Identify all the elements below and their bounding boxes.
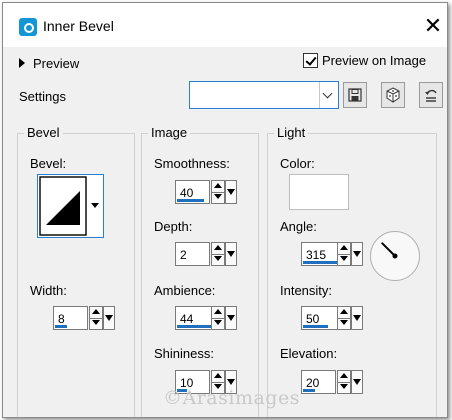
smoothness-slider-dropdown[interactable]: [225, 180, 237, 204]
width-field[interactable]: 8: [53, 306, 88, 330]
elevation-stepper[interactable]: [337, 370, 351, 394]
settings-label: Settings: [19, 89, 66, 104]
title-bar: Inner Bevel ✕: [3, 3, 447, 47]
elevation-level-bar: [303, 389, 315, 392]
smoothness-field[interactable]: 40: [175, 180, 210, 204]
decrement-icon[interactable]: [338, 318, 350, 329]
intensity-level-bar: [303, 325, 328, 328]
width-spinner[interactable]: 8: [53, 306, 117, 330]
angle-dial-needle-icon: [381, 242, 398, 259]
settings-dropdown[interactable]: [189, 81, 339, 109]
bevel-label: Bevel:: [30, 156, 67, 171]
smoothness-value: 40: [180, 186, 194, 200]
bevel-triangle-icon: [39, 176, 87, 236]
preview-on-image-label: Preview on Image: [322, 53, 427, 68]
depth-field[interactable]: 2: [175, 242, 210, 266]
depth-label: Depth:: [154, 219, 193, 234]
ambience-value: 44: [180, 312, 194, 326]
preview-on-image-checkbox[interactable]: [303, 53, 318, 68]
bevel-group: Bevel Bevel: Width: 8: [17, 125, 135, 417]
chevron-down-icon[interactable]: [319, 82, 338, 108]
angle-label: Angle:: [280, 219, 317, 234]
angle-value: 315: [306, 248, 327, 262]
random-dice-icon: [386, 87, 400, 103]
ambience-stepper[interactable]: [211, 306, 225, 330]
width-slider-dropdown[interactable]: [103, 306, 115, 330]
smoothness-level-bar: [177, 199, 204, 202]
app-icon: [19, 18, 37, 36]
decrement-icon[interactable]: [338, 382, 350, 393]
light-group: Light Color: Angle: 315 Intensity: 50 El…: [267, 125, 437, 417]
depth-slider-dropdown[interactable]: [225, 242, 237, 266]
angle-stepper[interactable]: [337, 242, 351, 266]
close-icon[interactable]: ✕: [421, 14, 445, 38]
shininess-label: Shininess:: [154, 346, 214, 361]
expand-arrow-icon: [19, 58, 25, 68]
reset-icon: [425, 89, 437, 102]
image-group: Image Smoothness: 40 Depth: 2 Ambience: …: [141, 125, 259, 417]
angle-spinner[interactable]: 315: [301, 242, 369, 266]
preview-on-image-option[interactable]: Preview on Image: [303, 53, 426, 68]
decrement-icon[interactable]: [90, 318, 102, 329]
smoothness-spinner[interactable]: 40: [175, 180, 241, 204]
elevation-field[interactable]: 20: [301, 370, 336, 394]
width-value: 8: [58, 312, 65, 326]
smoothness-stepper[interactable]: [211, 180, 225, 204]
width-level-bar: [55, 325, 67, 328]
elevation-value: 20: [306, 376, 320, 390]
elevation-label: Elevation:: [280, 346, 338, 361]
watermark: ©Arasimages: [163, 387, 300, 409]
preview-toggle[interactable]: Preview: [19, 53, 79, 73]
save-icon: [348, 88, 362, 102]
light-color-swatch[interactable]: [289, 174, 349, 210]
depth-spinner[interactable]: 2: [175, 242, 241, 266]
bevel-group-title: Bevel: [24, 125, 63, 140]
ambience-slider-dropdown[interactable]: [225, 306, 237, 330]
window-title: Inner Bevel: [43, 18, 114, 34]
intensity-label: Intensity:: [280, 283, 333, 298]
angle-dial[interactable]: [370, 231, 420, 281]
elevation-spinner[interactable]: 20: [301, 370, 369, 394]
depth-stepper[interactable]: [211, 242, 225, 266]
width-label: Width:: [30, 283, 67, 298]
ambience-spinner[interactable]: 44: [175, 306, 241, 330]
decrement-icon[interactable]: [212, 318, 224, 329]
preview-label: Preview: [33, 55, 80, 71]
color-label: Color:: [280, 156, 315, 171]
angle-slider-dropdown[interactable]: [351, 242, 363, 266]
width-stepper[interactable]: [89, 306, 103, 330]
randomize-button[interactable]: [381, 82, 405, 108]
save-preset-button[interactable]: [343, 82, 367, 108]
elevation-slider-dropdown[interactable]: [351, 370, 363, 394]
reset-button[interactable]: [419, 82, 443, 108]
image-group-title: Image: [148, 125, 191, 140]
intensity-spinner[interactable]: 50: [301, 306, 369, 330]
depth-value: 2: [180, 248, 187, 262]
bevel-shape-dropdown[interactable]: [87, 174, 104, 238]
ambience-label: Ambience:: [154, 283, 216, 298]
decrement-icon[interactable]: [212, 192, 224, 203]
light-group-title: Light: [274, 125, 309, 140]
intensity-slider-dropdown[interactable]: [351, 306, 363, 330]
decrement-icon[interactable]: [338, 254, 350, 265]
intensity-stepper[interactable]: [337, 306, 351, 330]
smoothness-label: Smoothness:: [154, 156, 230, 171]
bevel-shape-preview[interactable]: [37, 174, 89, 238]
dialog-window: Inner Bevel ✕ Preview Preview on Image S…: [2, 2, 448, 418]
intensity-value: 50: [306, 312, 320, 326]
decrement-icon[interactable]: [212, 254, 224, 265]
